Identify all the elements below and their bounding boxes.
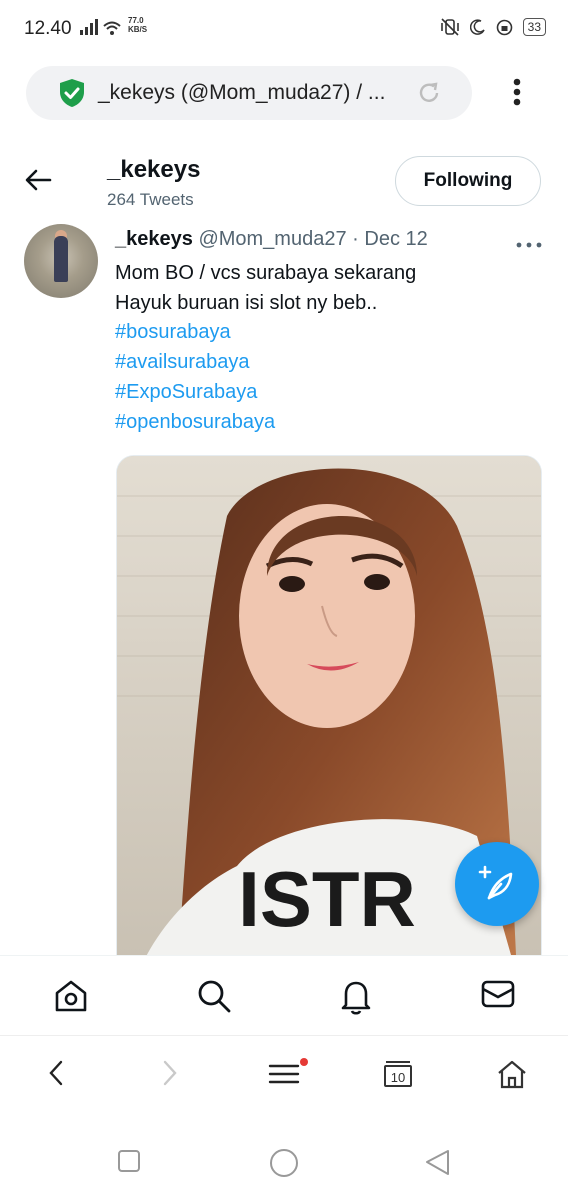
notifications-icon[interactable] xyxy=(338,978,374,1021)
more-options-icon[interactable] xyxy=(516,236,542,254)
recents-icon[interactable] xyxy=(117,1149,141,1178)
hashtag-link[interactable]: #bosurabaya xyxy=(115,321,231,344)
speed-unit: KB/S xyxy=(128,25,148,34)
profile-header: _kekeys 264 Tweets Following xyxy=(0,140,568,220)
battery-icon: 33 xyxy=(522,18,546,36)
browser-menu-icon[interactable] xyxy=(506,78,528,113)
tweet-text-line: Hayuk buruan isi slot ny beb.. xyxy=(115,292,378,314)
hashtag-link[interactable]: #ExpoSurabaya xyxy=(115,381,257,404)
speed-value: 77.0 xyxy=(128,16,144,25)
profile-name: _kekeys xyxy=(107,156,201,183)
reload-icon[interactable] xyxy=(416,80,442,111)
signal-wifi-icon xyxy=(80,18,122,41)
bottom-tab-bar xyxy=(0,955,568,1036)
home-icon[interactable] xyxy=(53,978,89,1019)
notification-dot xyxy=(300,1058,308,1066)
browser-toolbar: 10 xyxy=(0,1035,568,1116)
feather-plus-icon xyxy=(478,865,513,900)
following-button[interactable]: Following xyxy=(395,156,541,206)
moon-icon xyxy=(469,19,485,35)
tweet-date[interactable]: Dec 12 xyxy=(364,228,427,250)
back-arrow-icon[interactable] xyxy=(24,168,52,197)
network-speed: 77.0 KB/S xyxy=(128,16,147,34)
status-icons: 33 xyxy=(440,18,546,36)
forward-icon[interactable] xyxy=(158,1058,182,1093)
vibrate-mute-icon xyxy=(440,18,459,36)
status-bar: 12.40 77.0 KB/S 33 xyxy=(0,0,568,60)
address-bar[interactable]: _kekeys (@Mom_muda27) / ... xyxy=(26,66,472,120)
photo-shirt-text: ISTR xyxy=(238,855,416,943)
hashtag-link[interactable]: #availsurabaya xyxy=(115,351,250,374)
url-text[interactable]: _kekeys (@Mom_muda27) / ... xyxy=(98,81,385,105)
browser-home-icon[interactable] xyxy=(496,1058,528,1095)
system-nav-bar xyxy=(0,1115,568,1200)
tab-count: 10 xyxy=(391,1070,405,1085)
status-time: 12.40 xyxy=(24,18,72,39)
hashtag-link[interactable]: #openbosurabaya xyxy=(115,411,275,434)
data-saver-icon xyxy=(496,19,512,35)
tweet-count: 264 Tweets xyxy=(107,190,194,209)
search-icon[interactable] xyxy=(196,978,232,1019)
home-nav-icon[interactable] xyxy=(268,1149,300,1186)
avatar[interactable] xyxy=(24,224,98,298)
tabs-icon[interactable]: 10 xyxy=(382,1058,414,1095)
compose-tweet-button[interactable] xyxy=(455,842,539,926)
back-icon[interactable] xyxy=(44,1058,68,1093)
back-nav-icon[interactable] xyxy=(424,1149,452,1182)
menu-icon[interactable] xyxy=(268,1058,308,1093)
tweet-handle[interactable]: @Mom_muda27 xyxy=(198,228,346,250)
tweet-text-line: Mom BO / vcs surabaya sekarang xyxy=(115,262,417,284)
messages-icon[interactable] xyxy=(480,978,516,1015)
tweet-meta: _kekeys @Mom_muda27 · Dec 12 xyxy=(115,228,428,251)
tweet-display-name[interactable]: _kekeys xyxy=(115,228,193,250)
shield-check-icon[interactable] xyxy=(58,78,86,113)
tweet-separator: · xyxy=(352,228,359,250)
